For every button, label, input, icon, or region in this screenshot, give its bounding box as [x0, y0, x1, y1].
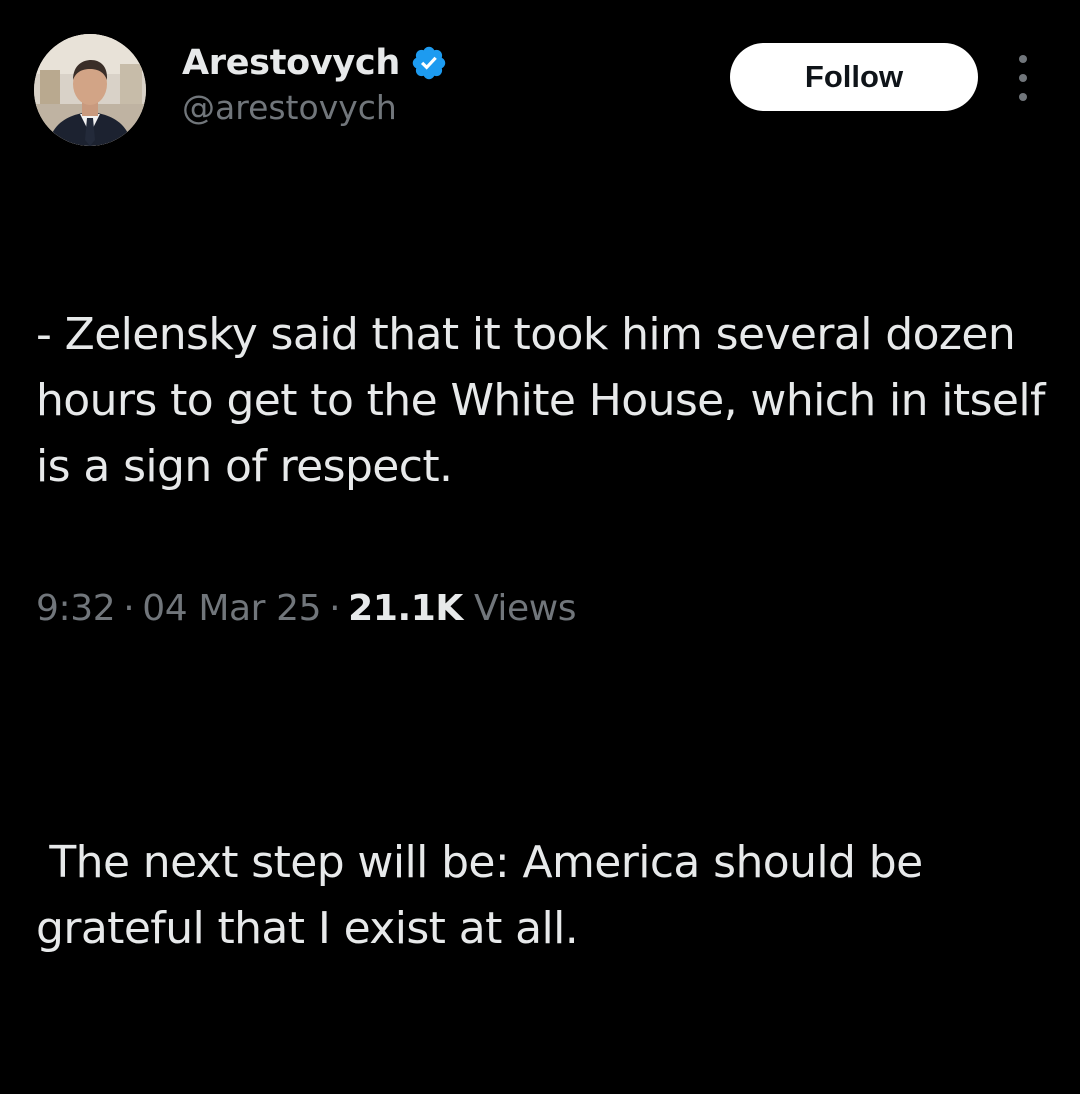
avatar-photo [34, 34, 146, 146]
more-dot [1019, 74, 1027, 82]
views-label: Views [473, 588, 577, 629]
avatar[interactable] [34, 34, 146, 146]
tweet-paragraph: The next step will be: America should be… [36, 837, 936, 954]
tweet-card: Arestovych @arestovych Follow - Zelensky… [0, 0, 1080, 954]
author-handle[interactable]: @arestovych [182, 88, 397, 127]
more-dot [1019, 93, 1027, 101]
more-dot [1019, 55, 1027, 63]
tweet-date[interactable]: 04 Mar 25 [142, 588, 321, 629]
meta-separator: · [123, 588, 135, 629]
tweet-paragraph: - Zelensky said that it took him several… [36, 309, 1059, 492]
author-name-row: Arestovych [182, 40, 448, 86]
meta-separator: · [329, 588, 341, 629]
verified-badge-icon[interactable] [410, 44, 448, 82]
more-vertical-icon[interactable] [1008, 55, 1038, 101]
tweet-text: - Zelensky said that it took him several… [36, 170, 1046, 1094]
tweet-time[interactable]: 9:32 [36, 588, 116, 629]
author-display-name[interactable]: Arestovych [182, 43, 400, 83]
views-count[interactable]: 21.1K [348, 588, 463, 629]
follow-button[interactable]: Follow [730, 43, 978, 111]
tweet-meta: 9:32 · 04 Mar 25 · 21.1K Views [36, 588, 577, 629]
